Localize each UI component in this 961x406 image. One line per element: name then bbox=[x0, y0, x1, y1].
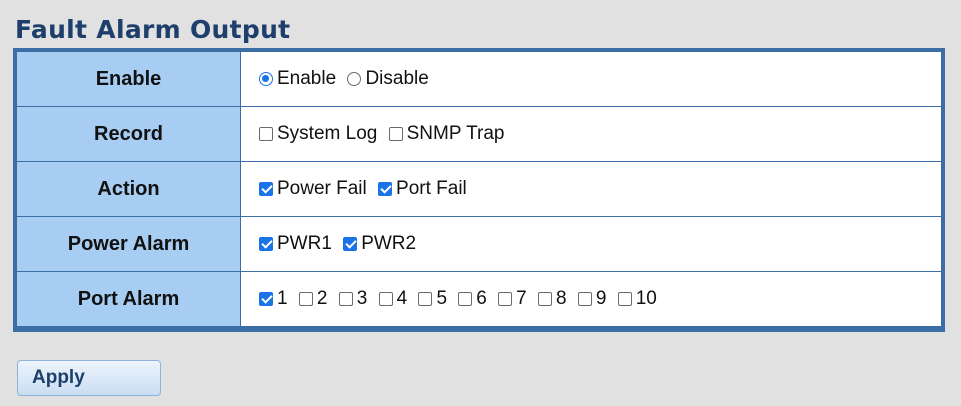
power-fail-checkbox[interactable] bbox=[259, 181, 273, 196]
row-label-action: Action bbox=[16, 161, 241, 217]
pwr2-checkbox[interactable] bbox=[343, 236, 358, 251]
port-4-option[interactable]: 4 bbox=[378, 287, 408, 310]
pwr1-label: PWR1 bbox=[277, 232, 332, 254]
port-6-label: 6 bbox=[476, 287, 487, 309]
page-title: Fault Alarm Output bbox=[15, 15, 291, 44]
port-3-checkbox[interactable] bbox=[338, 291, 353, 306]
port-1-option[interactable]: 1 bbox=[259, 288, 288, 310]
row-value-enable: Enable Disable bbox=[240, 51, 942, 107]
snmp-trap-checkbox[interactable] bbox=[388, 126, 403, 141]
disable-radio-option[interactable]: Disable bbox=[347, 67, 429, 90]
row-value-record: System Log SNMP Trap bbox=[240, 106, 942, 162]
disable-radio-label: Disable bbox=[365, 67, 429, 89]
port-6-option[interactable]: 6 bbox=[458, 288, 487, 310]
port-7-option[interactable]: 7 bbox=[498, 288, 527, 310]
row-record: Record System Log SNMP Trap bbox=[16, 106, 942, 162]
port-3-option[interactable]: 3 bbox=[338, 287, 368, 310]
pwr1-option[interactable]: PWR1 bbox=[259, 233, 332, 255]
port-fail-checkbox[interactable] bbox=[378, 181, 393, 196]
system-log-label: System Log bbox=[277, 122, 378, 144]
port-2-option[interactable]: 2 bbox=[298, 287, 328, 310]
enable-radio-label: Enable bbox=[277, 67, 337, 89]
port-1-checkbox[interactable] bbox=[259, 291, 273, 306]
port-5-option[interactable]: 5 bbox=[418, 288, 447, 310]
row-label-record: Record bbox=[16, 106, 241, 162]
pwr2-option[interactable]: PWR2 bbox=[343, 233, 416, 255]
port-7-checkbox[interactable] bbox=[498, 291, 513, 306]
port-9-option[interactable]: 9 bbox=[577, 287, 607, 310]
enable-radio-option[interactable]: Enable bbox=[259, 68, 336, 90]
port-4-checkbox[interactable] bbox=[378, 291, 393, 306]
port-1-label: 1 bbox=[277, 287, 288, 309]
row-value-action: Power Fail Port Fail bbox=[240, 161, 942, 217]
power-fail-option[interactable]: Power Fail bbox=[259, 178, 367, 200]
port-8-option[interactable]: 8 bbox=[538, 288, 567, 310]
row-label-power-alarm: Power Alarm bbox=[16, 216, 241, 272]
port-2-checkbox[interactable] bbox=[298, 291, 313, 306]
row-label-port-alarm: Port Alarm bbox=[16, 271, 241, 327]
table-bottom-bar bbox=[13, 326, 945, 332]
port-8-checkbox[interactable] bbox=[538, 291, 553, 306]
disable-radio[interactable] bbox=[347, 71, 362, 86]
row-enable: Enable Enable Disable bbox=[16, 51, 942, 107]
port-10-checkbox[interactable] bbox=[617, 291, 632, 306]
system-log-option[interactable]: System Log bbox=[259, 123, 377, 145]
apply-button[interactable]: Apply bbox=[17, 360, 161, 396]
port-5-checkbox[interactable] bbox=[418, 291, 433, 306]
port-7-label: 7 bbox=[516, 287, 527, 309]
port-3-label: 3 bbox=[356, 287, 368, 309]
row-power-alarm: Power Alarm PWR1 PWR2 bbox=[16, 216, 942, 272]
pwr2-label: PWR2 bbox=[361, 232, 417, 254]
power-fail-label: Power Fail bbox=[277, 177, 367, 199]
port-4-label: 4 bbox=[396, 287, 408, 309]
enable-radio[interactable] bbox=[259, 71, 273, 86]
row-value-port-alarm: 1 2 3 4 5 6 7 8 9 10 bbox=[240, 271, 942, 327]
system-log-checkbox[interactable] bbox=[259, 126, 273, 141]
port-8-label: 8 bbox=[556, 287, 567, 309]
row-port-alarm: Port Alarm 1 2 3 4 5 6 7 8 9 10 bbox=[16, 271, 942, 327]
pwr1-checkbox[interactable] bbox=[259, 236, 273, 251]
port-5-label: 5 bbox=[436, 287, 448, 309]
row-value-power-alarm: PWR1 PWR2 bbox=[240, 216, 942, 272]
port-fail-option[interactable]: Port Fail bbox=[378, 178, 467, 200]
port-fail-label: Port Fail bbox=[396, 177, 467, 199]
port-2-label: 2 bbox=[316, 287, 328, 309]
snmp-trap-option[interactable]: SNMP Trap bbox=[388, 122, 505, 145]
port-10-label: 10 bbox=[635, 287, 657, 309]
fault-alarm-table: Enable Enable Disable Record System Log bbox=[13, 48, 945, 328]
port-6-checkbox[interactable] bbox=[458, 291, 473, 306]
snmp-trap-label: SNMP Trap bbox=[406, 122, 505, 144]
port-9-label: 9 bbox=[595, 287, 607, 309]
row-action: Action Power Fail Port Fail bbox=[16, 161, 942, 217]
port-9-checkbox[interactable] bbox=[577, 291, 592, 306]
port-10-option[interactable]: 10 bbox=[617, 287, 657, 310]
row-label-enable: Enable bbox=[16, 51, 241, 107]
